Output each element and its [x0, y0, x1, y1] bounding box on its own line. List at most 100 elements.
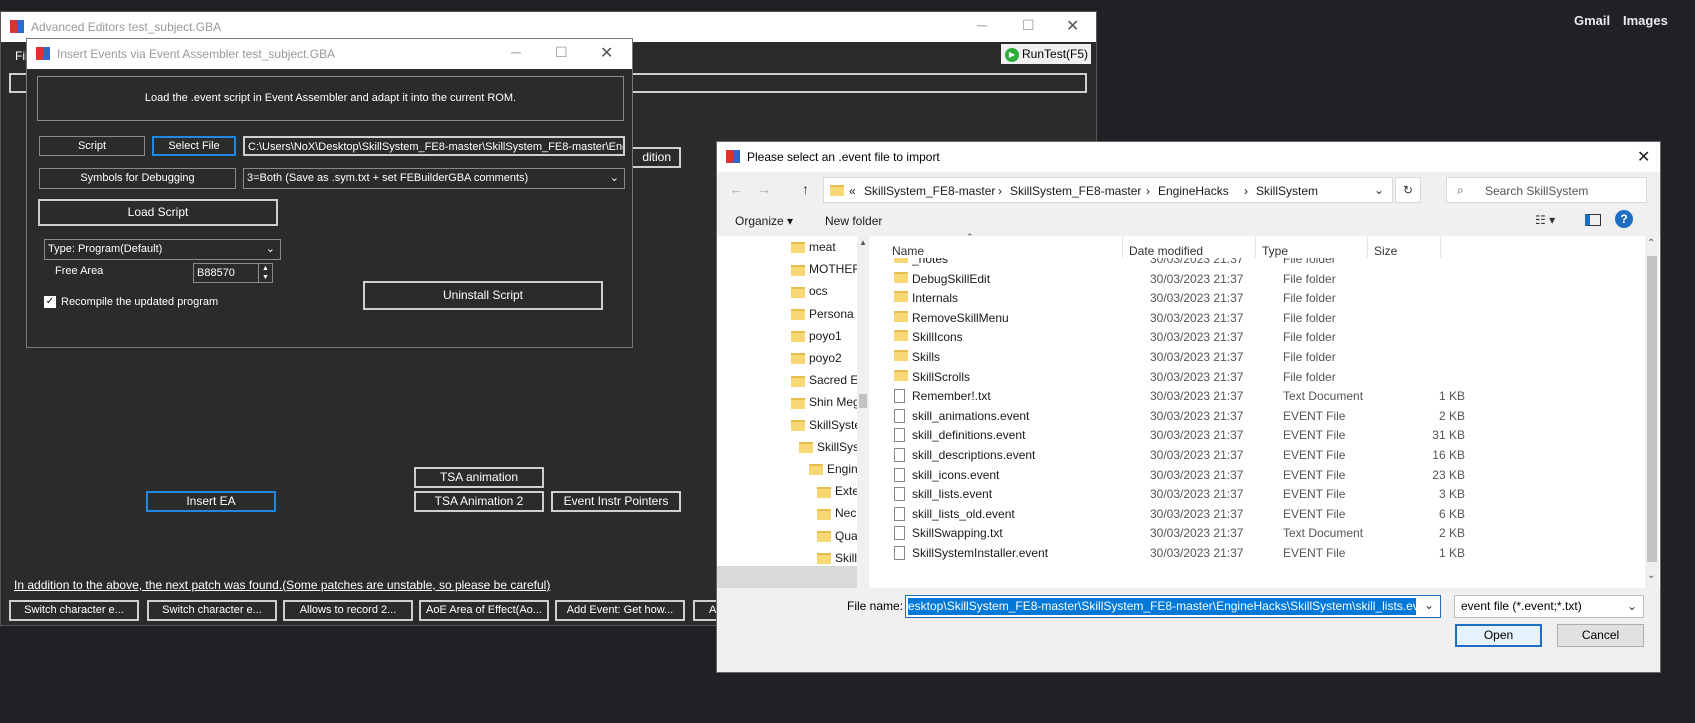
file-row[interactable]: Internals 30/03/2023 21:37 File folder	[872, 288, 1632, 309]
gmail-link[interactable]: Gmail	[1574, 13, 1610, 28]
chevron-down-icon[interactable]: ⌄	[1424, 598, 1434, 612]
column-date[interactable]: Date modified	[1129, 244, 1203, 258]
open-button[interactable]: Open	[1455, 624, 1542, 647]
tree-item[interactable]: Qua	[817, 529, 857, 549]
breadcrumb-item[interactable]: SkillSystem	[1256, 184, 1318, 198]
images-link[interactable]: Images	[1623, 13, 1668, 28]
runtest-button[interactable]: ▶ RunTest(F5)	[1001, 44, 1091, 64]
tsa-animation-2-button[interactable]: TSA Animation 2	[414, 491, 544, 512]
filename-input[interactable]: esktop\SkillSystem_FE8-master\SkillSyste…	[905, 595, 1441, 618]
insert-ea-button[interactable]: Insert EA	[146, 491, 276, 512]
breadcrumb-item[interactable]: SkillSystem_FE8-master	[1010, 184, 1141, 198]
file-dialog-title: Please select an .event file to import	[747, 150, 940, 164]
patch-button-3[interactable]: Allows to record 2...	[283, 600, 413, 621]
file-row[interactable]: skill_lists.event 30/03/2023 21:37 EVENT F…	[872, 484, 1632, 505]
tree-item[interactable]: meat	[791, 240, 857, 260]
file-row[interactable]: skill_descriptions.event 30/03/2023 21:37…	[872, 445, 1632, 466]
file-row[interactable]: SkillScrolls 30/03/2023 21:37 File folder	[872, 367, 1632, 388]
file-row[interactable]: SkillIcons 30/03/2023 21:37 File folder	[872, 327, 1632, 348]
scroll-up-icon[interactable]: ⌃	[1647, 238, 1655, 249]
load-script-button[interactable]: Load Script	[38, 199, 278, 226]
tree-item[interactable]: MOTHER	[791, 262, 857, 282]
maximize-icon[interactable]: ☐	[555, 44, 568, 61]
folder-icon	[817, 530, 831, 542]
patch-note-link[interactable]: In addition to the above, the next patch…	[14, 578, 550, 592]
tree-item[interactable]: Persona	[791, 307, 857, 327]
back-icon[interactable]: ←	[729, 181, 743, 197]
maximize-icon[interactable]: ☐	[1022, 17, 1035, 34]
view-options-icon[interactable]: ☷ ▾	[1535, 213, 1555, 227]
file-row[interactable]: RemoveSkillMenu 30/03/2023 21:37 File fold…	[872, 308, 1632, 329]
file-row[interactable]: Skills 30/03/2023 21:37 File folder	[872, 347, 1632, 368]
tree-scroll-thumb[interactable]	[859, 394, 867, 408]
file-list[interactable]: _notes 30/03/2023 21:37 File folder DebugSk…	[872, 258, 1642, 588]
close-icon[interactable]: ✕	[1637, 147, 1650, 167]
select-file-button[interactable]: Select File	[152, 136, 236, 156]
free-area-label: Free Area	[55, 265, 104, 277]
event-instr-pointers-button[interactable]: Event Instr Pointers	[551, 491, 681, 512]
tree-item[interactable]: Engin	[809, 462, 857, 482]
breadcrumb-item[interactable]: EngineHacks	[1158, 184, 1229, 198]
patch-button-5[interactable]: Add Event: Get how...	[555, 600, 685, 621]
search-input[interactable]: ⌕ Search SkillSystem	[1446, 177, 1647, 203]
tree-item[interactable]: ocs	[791, 284, 857, 304]
file-type-filter[interactable]: event file (*.event;*.txt) ⌄	[1454, 595, 1644, 618]
folder-icon	[791, 419, 805, 431]
tree-item[interactable]: Sacred E	[791, 373, 857, 393]
file-row[interactable]: SkillSystemInstaller.event 30/03/2023 21:…	[872, 543, 1632, 564]
file-row[interactable]: skill_definitions.event 30/03/2023 21:37 E…	[872, 425, 1632, 446]
file-row[interactable]: skill_animations.event 30/03/2023 21:37 EV…	[872, 406, 1632, 427]
forward-icon[interactable]: →	[757, 181, 771, 197]
up-icon[interactable]: ↑	[802, 181, 809, 197]
tsa-animation-button[interactable]: TSA animation	[414, 467, 544, 488]
close-icon[interactable]: ✕	[600, 43, 613, 63]
file-row[interactable]: skill_lists_old.event 30/03/2023 21:37 EVE…	[872, 504, 1632, 525]
recompile-checkbox[interactable]: ✓	[44, 296, 56, 308]
file-list-scrollbar[interactable]: ⌃ ⌄	[1645, 236, 1659, 588]
free-area-input[interactable]: B88570 ▲ ▼	[193, 263, 273, 283]
tree-item[interactable]: Exte	[817, 484, 857, 504]
breadcrumb-overflow[interactable]: «	[849, 184, 856, 198]
navigation-tree[interactable]: meat MOTHER ocs Persona poyo1 poyo2 Sacred E Sh…	[717, 236, 857, 588]
column-size[interactable]: Size	[1374, 244, 1397, 258]
close-icon[interactable]: ✕	[1066, 16, 1079, 36]
new-folder-button[interactable]: New folder	[825, 214, 882, 228]
column-name[interactable]: Name	[892, 244, 924, 258]
tree-item[interactable]: SkillSys	[799, 440, 857, 460]
chevron-down-icon[interactable]: ⌄	[1374, 183, 1384, 197]
spinner-icon[interactable]: ▲ ▼	[258, 264, 272, 282]
breadcrumb-item[interactable]: SkillSystem_FE8-master	[864, 184, 995, 198]
patch-button-4[interactable]: AoE Area of Effect(Ao...	[419, 600, 549, 621]
refresh-button[interactable]: ↻	[1395, 177, 1421, 203]
script-path-field[interactable]: C:\Users\NoX\Desktop\SkillSystem_FE8-mas…	[243, 136, 625, 156]
tree-item-label: SkillSyste	[809, 417, 857, 432]
scroll-down-icon[interactable]: ⌄	[1647, 570, 1655, 581]
file-row[interactable]: Remember!.txt 30/03/2023 21:37 Text Docume…	[872, 386, 1632, 407]
patch-button-2[interactable]: Switch character e...	[147, 600, 277, 621]
cancel-button[interactable]: Cancel	[1557, 624, 1644, 647]
tree-scroll-up-icon[interactable]: ▲	[859, 238, 867, 247]
scroll-thumb[interactable]	[1647, 256, 1657, 562]
type-select[interactable]: Type: Program(Default) ⌄	[44, 239, 281, 260]
tree-item[interactable]: Nec	[817, 506, 857, 526]
preview-pane-icon[interactable]	[1585, 214, 1601, 226]
minimize-icon[interactable]: ─	[511, 44, 521, 60]
minimize-icon[interactable]: ─	[977, 17, 987, 33]
file-row[interactable]: DebugSkillEdit 30/03/2023 21:37 File folde…	[872, 269, 1632, 290]
help-icon[interactable]: ?	[1615, 210, 1633, 228]
organize-menu[interactable]: Organize ▾	[735, 214, 793, 228]
symbols-select[interactable]: 3=Both (Save as .sym.txt + set FEBuilder…	[243, 168, 625, 189]
column-type[interactable]: Type	[1262, 244, 1288, 258]
tree-item[interactable]: SkillSyste	[791, 418, 857, 438]
file-type: Text Document	[1283, 526, 1364, 541]
file-row[interactable]: skill_icons.event 30/03/2023 21:37 EVENT F…	[872, 465, 1632, 486]
patch-button-1[interactable]: Switch character e...	[9, 600, 139, 621]
tree-item[interactable]: poyo1	[791, 329, 857, 349]
tree-scrollbar[interactable]: ▲	[857, 236, 869, 588]
address-breadcrumb[interactable]: « SkillSystem_FE8-master › SkillSystem_F…	[823, 177, 1393, 203]
file-row[interactable]: SkillSwapping.txt 30/03/2023 21:37 Text Do…	[872, 523, 1632, 544]
uninstall-script-button[interactable]: Uninstall Script	[363, 281, 603, 310]
tree-item[interactable]: Shin Meg	[791, 395, 857, 415]
app-icon	[10, 20, 24, 33]
tree-item[interactable]: poyo2	[791, 351, 857, 371]
